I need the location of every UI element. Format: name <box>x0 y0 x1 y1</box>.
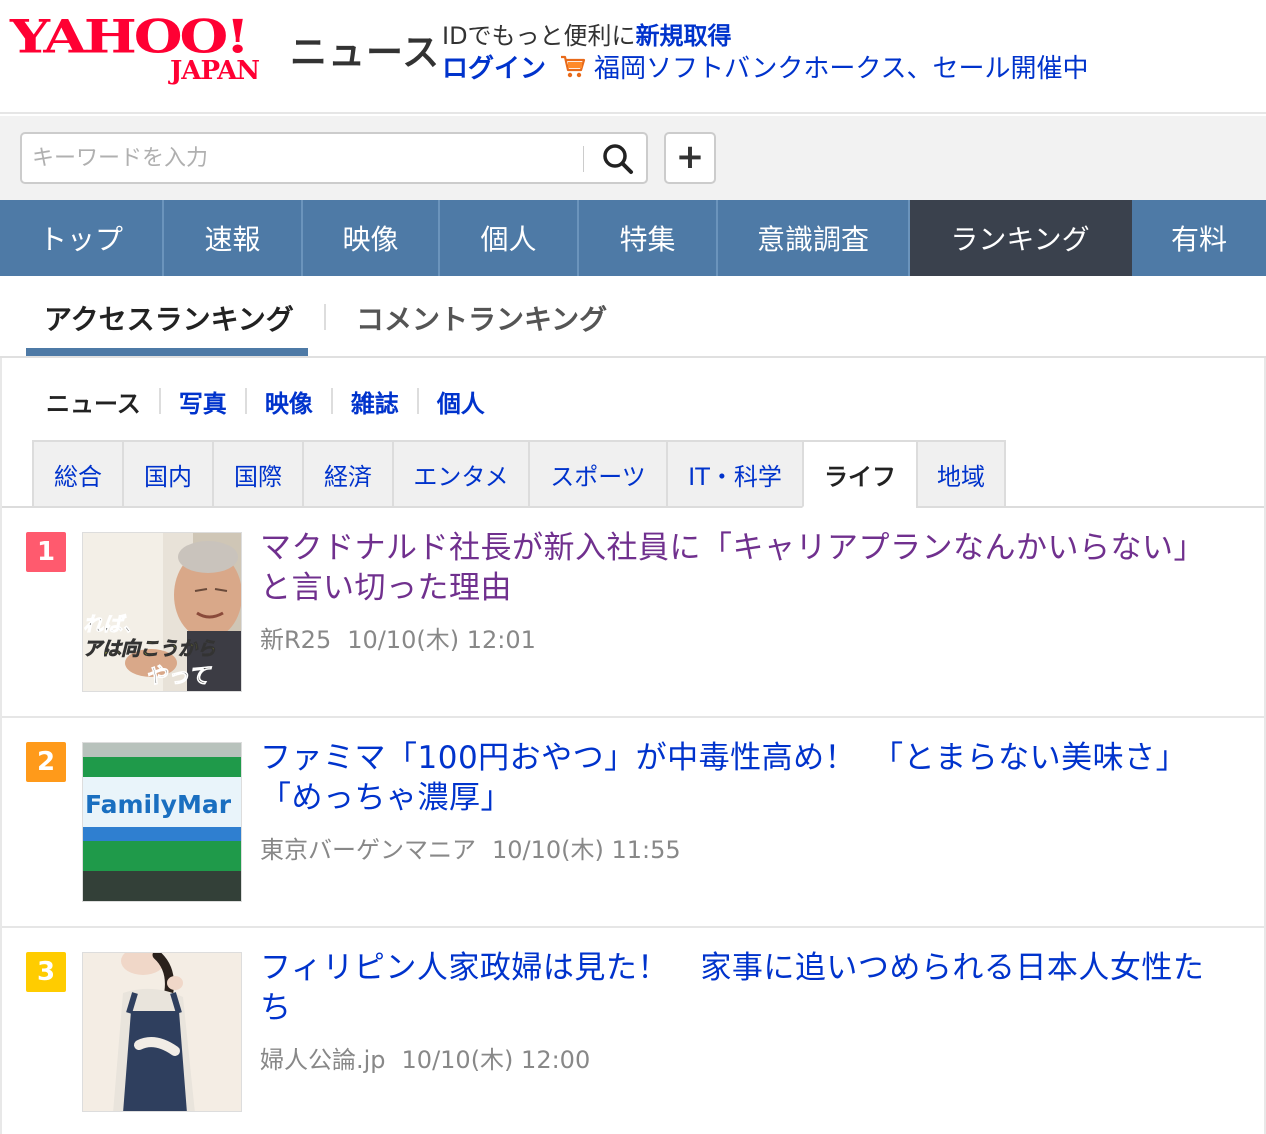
article-date: 10/10(木) 12:01 <box>347 626 536 654</box>
article-source: 新R25 <box>260 626 332 654</box>
subnav-divider <box>244 388 247 414</box>
cat-tab-sports[interactable]: スポーツ <box>528 440 666 508</box>
logo-japan-text: JAPAN <box>170 56 260 86</box>
article-title[interactable]: マクドナルド社長が新入社員に「キャリアプランなんかいらない」と言い切った理由 <box>260 528 1230 608</box>
tab-comment-ranking[interactable]: コメントランキング <box>356 298 607 338</box>
ranking-tabs: アクセスランキング コメントランキング <box>0 276 1266 358</box>
article-item-2[interactable]: 2 FamilyMar ファミマ「100円おやつ」が中毒性高め！ 「とまらない美… <box>2 718 1264 928</box>
id-promo-line: IDでもっと便利に新規取得 <box>442 16 732 51</box>
article-source: 婦人公論.jp <box>260 1046 386 1074</box>
search-input[interactable] <box>32 140 582 176</box>
article-thumbnail <box>82 952 242 1112</box>
cat-tab-life[interactable]: ライフ <box>802 440 916 508</box>
thumbnail-caption-1: FamilyMar <box>85 790 232 819</box>
nav-item-personal[interactable]: 個人 <box>440 200 579 276</box>
tab-access-ranking[interactable]: アクセスランキング <box>44 298 294 338</box>
subnav-video[interactable]: 映像 <box>265 384 313 419</box>
thumbnail-caption-3: やって <box>145 664 212 689</box>
id-promo-text: IDでもっと便利に <box>442 22 636 50</box>
cat-tab-international[interactable]: 国際 <box>212 440 302 508</box>
thumbnail-caption-1: れば、 <box>83 612 143 636</box>
rank-badge: 2 <box>26 742 66 782</box>
register-link[interactable]: 新規取得 <box>636 22 732 50</box>
rank-badge: 3 <box>26 952 66 992</box>
search-button[interactable] <box>594 138 642 180</box>
media-subnav: ニュース 写真 映像 雑誌 個人 <box>46 384 485 418</box>
yahoo-japan-logo[interactable]: YAHOO! JAPAN <box>10 14 282 88</box>
article-thumbnail: れば、 アは向こうから やって <box>82 532 242 692</box>
thumbnail-caption-2: アは向こうから <box>83 638 216 660</box>
tab-divider <box>324 304 326 330</box>
article-thumbnail: FamilyMar <box>82 742 242 902</box>
main-nav: トップ 速報 映像 個人 特集 意識調査 ランキング 有料 <box>0 200 1266 276</box>
cat-tab-regional[interactable]: 地域 <box>916 440 1006 508</box>
article-meta: 新R25 10/10(木) 12:01 <box>260 620 536 655</box>
shopping-cart-icon <box>560 54 586 80</box>
cat-tab-entertainment[interactable]: エンタメ <box>392 440 528 508</box>
subnav-photo[interactable]: 写真 <box>179 384 227 419</box>
cat-tab-it-science[interactable]: IT・科学 <box>666 440 802 508</box>
add-button[interactable]: + <box>664 132 716 184</box>
logo-yahoo-text: YAHOO! <box>10 9 250 65</box>
nav-item-paid[interactable]: 有料 <box>1132 200 1266 276</box>
article-source: 東京バーゲンマニア <box>260 836 476 864</box>
subnav-news[interactable]: ニュース <box>46 384 141 419</box>
cat-tab-domestic[interactable]: 国内 <box>122 440 212 508</box>
article-title[interactable]: ファミマ「100円おやつ」が中毒性高め！ 「とまらない美味さ」「めっちゃ濃厚」 <box>260 738 1230 818</box>
rank-badge: 1 <box>26 532 66 572</box>
nav-item-video[interactable]: 映像 <box>303 200 440 276</box>
cat-tab-economy[interactable]: 経済 <box>302 440 392 508</box>
search-area: + <box>0 116 1266 200</box>
article-title[interactable]: フィリピン人家政婦は見た！ 家事に追いつめられる日本人女性たち <box>260 948 1230 1028</box>
cat-tab-overall[interactable]: 総合 <box>32 440 122 508</box>
article-meta: 東京バーゲンマニア 10/10(木) 11:55 <box>260 830 681 865</box>
nav-item-survey[interactable]: 意識調査 <box>718 200 910 276</box>
category-tabs: 総合 国内 国際 経済 エンタメ スポーツ IT・科学 ライフ 地域 <box>32 440 1006 508</box>
subnav-personal[interactable]: 個人 <box>437 384 485 419</box>
login-promo-line: ログイン 福岡ソフトバンクホークス、セール開催中 <box>442 48 1089 85</box>
login-link[interactable]: ログイン <box>442 48 546 85</box>
logo-news-text[interactable]: ニュース <box>290 22 440 76</box>
nav-item-feature[interactable]: 特集 <box>579 200 718 276</box>
article-item-3[interactable]: 3 フィリピン人家政婦は見た！ 家事に追いつめられる日本人女性たち 婦人公論.j… <box>2 928 1264 1134</box>
nav-item-top[interactable]: トップ <box>0 200 164 276</box>
article-date: 10/10(木) 11:55 <box>492 836 681 864</box>
article-meta: 婦人公論.jp 10/10(木) 12:00 <box>260 1040 590 1075</box>
nav-item-ranking[interactable]: ランキング <box>910 200 1132 276</box>
nav-item-breaking[interactable]: 速報 <box>164 200 303 276</box>
subnav-divider <box>416 388 419 414</box>
promo-link[interactable]: 福岡ソフトバンクホークス、セール開催中 <box>594 48 1089 85</box>
active-tab-indicator <box>26 348 308 356</box>
subnav-divider <box>158 388 161 414</box>
search-icon <box>603 144 633 174</box>
subnav-magazine[interactable]: 雑誌 <box>351 384 399 419</box>
site-header: YAHOO! JAPAN ニュース IDでもっと便利に新規取得 ログイン 福岡ソ… <box>0 0 1266 114</box>
subnav-divider <box>330 388 333 414</box>
search-box <box>20 132 648 184</box>
search-divider <box>583 146 584 172</box>
article-item-1[interactable]: 1 れば、 アは向こうから やって マクドナルド社長が新入社員に「キャリアプラン… <box>2 508 1264 718</box>
article-date: 10/10(木) 12:00 <box>401 1046 591 1074</box>
